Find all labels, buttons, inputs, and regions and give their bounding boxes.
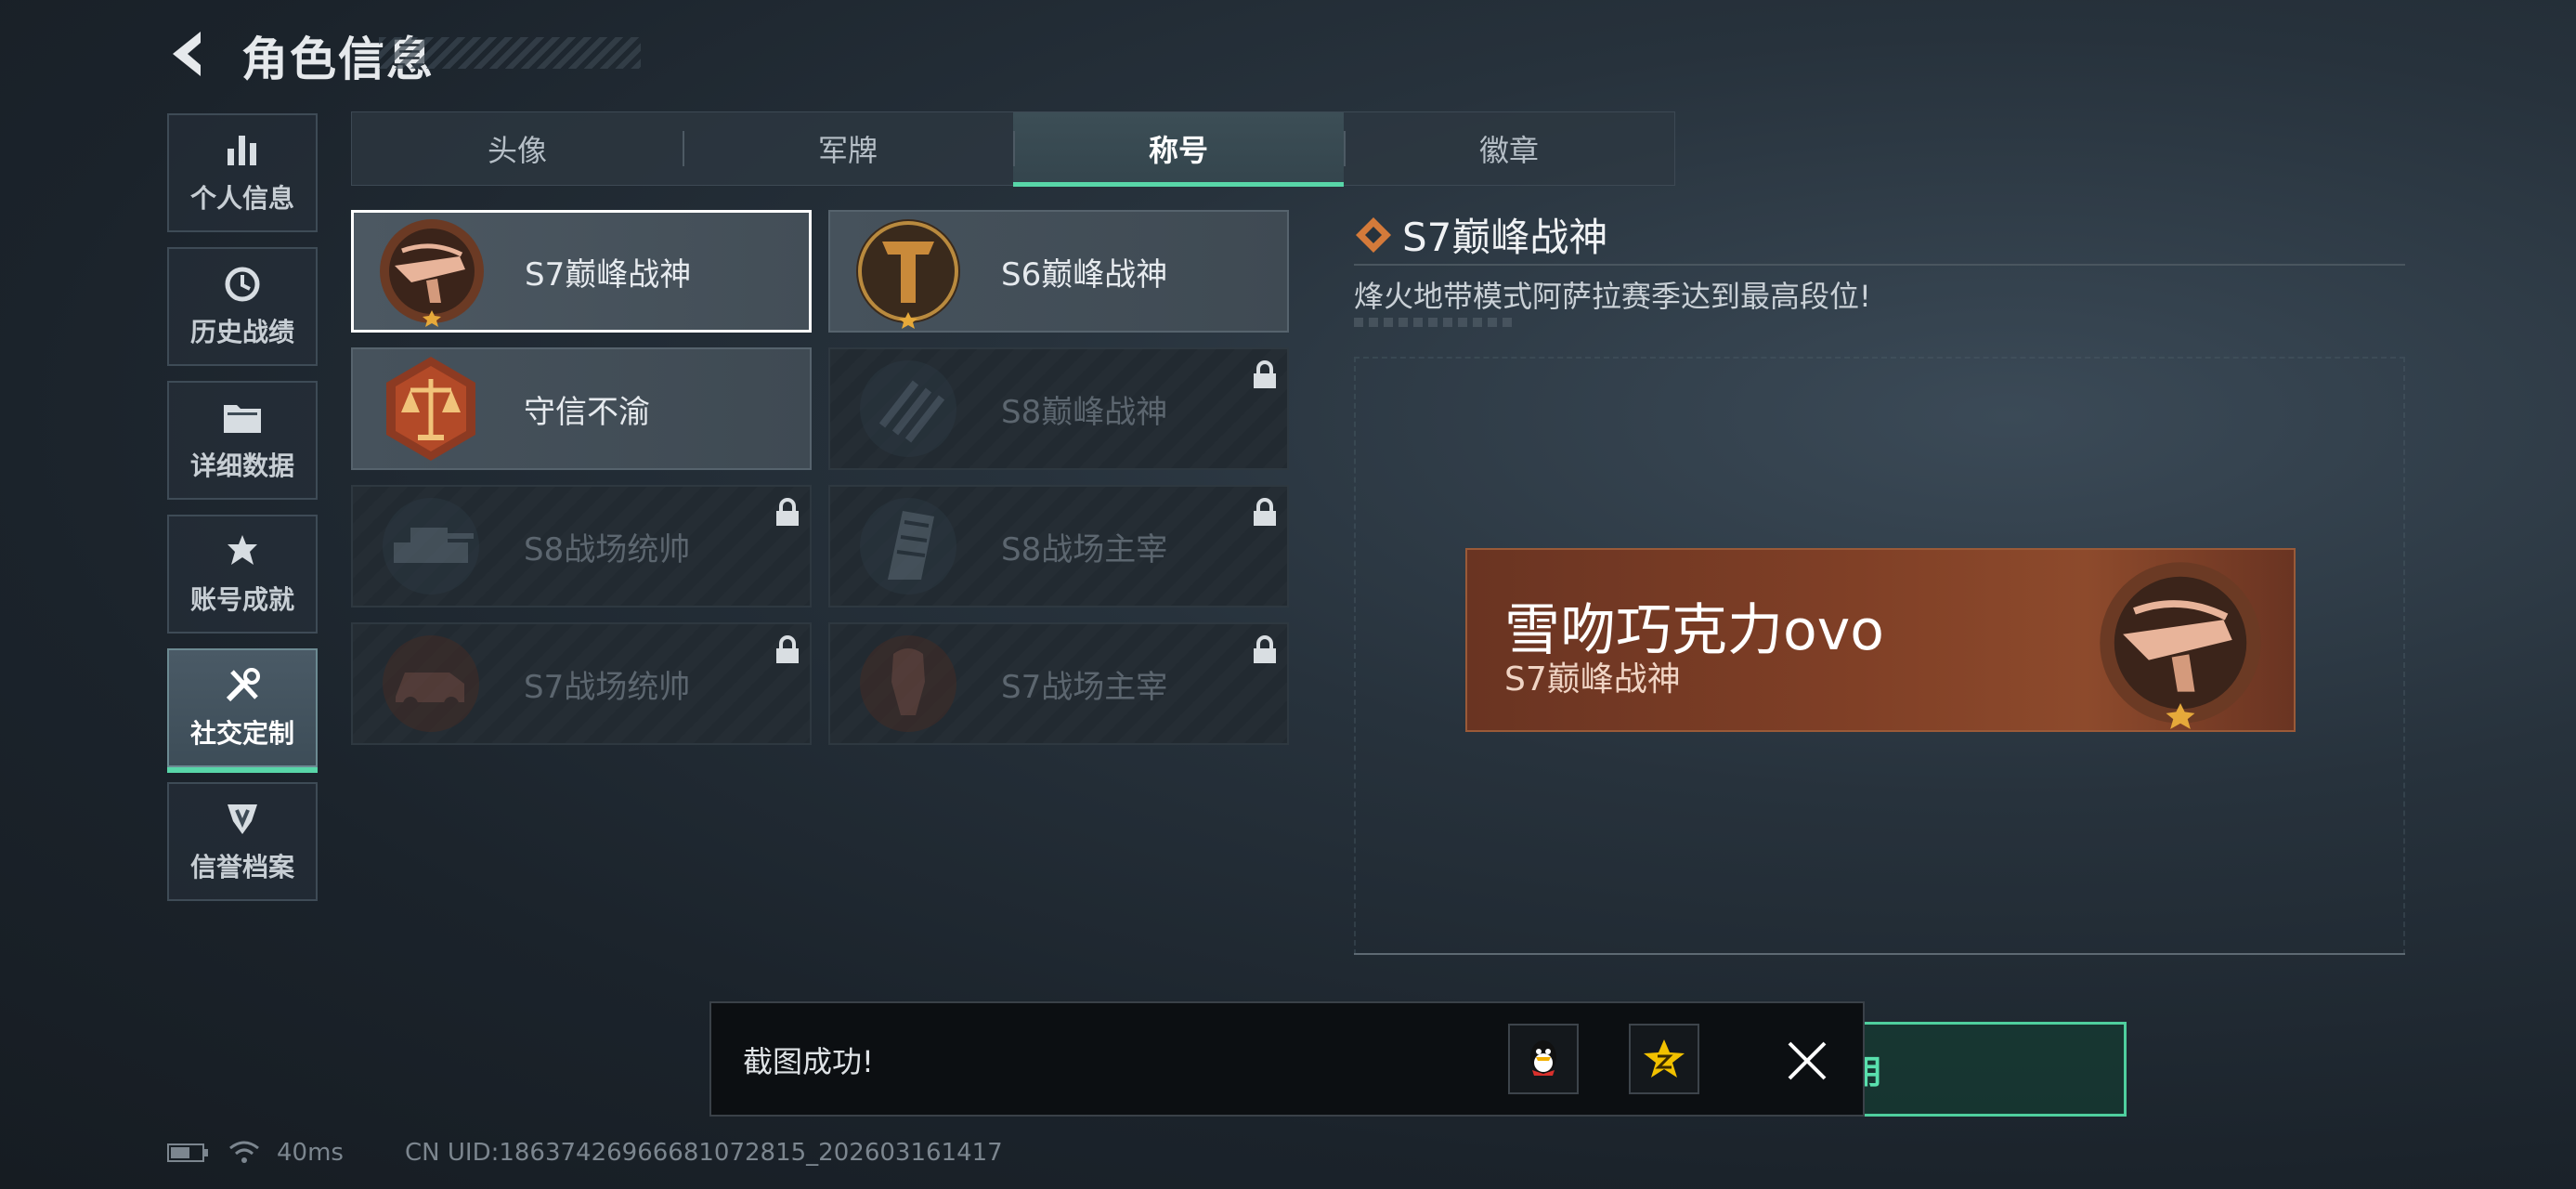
- soldier-emblem-icon: [860, 635, 956, 732]
- tower-emblem-icon: [860, 498, 956, 594]
- title-card-name: S6巅峰战神: [1001, 255, 1168, 294]
- tank-emblem-icon: [383, 498, 479, 594]
- user-uid: CN UID:1863742696668107281​5_20260316141…: [405, 1139, 1003, 1167]
- folder-icon: [222, 398, 263, 438]
- title-card-name: S7战场主宰: [1001, 668, 1168, 706]
- lock-icon: [1254, 498, 1276, 526]
- share-qq-button[interactable]: [1508, 1024, 1579, 1094]
- title-card-s6-peak[interactable]: S6巅峰战神: [828, 210, 1289, 333]
- tab-title[interactable]: 称号: [1013, 112, 1344, 187]
- lock-icon: [1254, 635, 1276, 663]
- title-card-name: S8战场主宰: [1001, 530, 1168, 568]
- qq-penguin-icon: [1530, 1040, 1556, 1076]
- title-card-name: S8巅峰战神: [1001, 393, 1168, 431]
- t-shield-emblem-icon: [856, 219, 960, 329]
- nav-item-detailed-data[interactable]: 详细数据: [167, 381, 318, 500]
- title-decoration: [379, 37, 641, 69]
- toast-message: 截图成功!: [743, 1044, 874, 1079]
- title-card-s8-peak[interactable]: S8巅峰战神: [828, 347, 1289, 470]
- clock-history-icon: [222, 264, 263, 305]
- nav-label: 社交定制: [189, 718, 294, 749]
- title-card-s8-dominator[interactable]: S8战场主宰: [828, 485, 1289, 608]
- share-qzone-button[interactable]: [1629, 1024, 1699, 1094]
- title-card-name: S8战场统帅: [524, 530, 691, 568]
- scales-emblem-icon: [386, 357, 475, 461]
- divider: [1354, 264, 2405, 266]
- nav-label: 历史战绩: [189, 317, 294, 347]
- lock-icon: [776, 498, 799, 526]
- nav-item-social-custom[interactable]: 社交定制: [167, 648, 318, 773]
- diamond-icon: [1356, 217, 1391, 253]
- tab-badge[interactable]: 徽章: [1344, 112, 1674, 185]
- title-card-s8-commander[interactable]: S8战场统帅: [351, 485, 812, 608]
- nav-label: 个人信息: [189, 183, 294, 214]
- shield-icon: [222, 799, 263, 840]
- battery-icon: [167, 1143, 208, 1162]
- lock-icon: [776, 635, 799, 663]
- title-card-name: 守信不渝: [524, 393, 650, 431]
- title-card-s7-peak[interactable]: S7巅峰战神: [351, 210, 812, 333]
- title-card-keep-faith[interactable]: 守信不渝: [351, 347, 812, 470]
- vehicle-emblem-icon: [383, 635, 479, 732]
- decor-dots: [1354, 318, 1517, 327]
- crossbow-emblem-icon: [380, 219, 484, 327]
- nav-label: 账号成就: [189, 584, 294, 615]
- tab-dogtag[interactable]: 军牌: [683, 112, 1013, 185]
- tab-avatar[interactable]: 头像: [352, 112, 683, 185]
- category-tabs: 头像 军牌 称号 徽章: [351, 111, 1675, 187]
- tools-icon: [222, 665, 263, 706]
- ping-value: 40ms: [277, 1139, 344, 1167]
- close-toast-button[interactable]: [1774, 1033, 1841, 1089]
- divider: [1354, 953, 2405, 955]
- back-arrow-icon: [173, 32, 201, 76]
- preview-title: S7巅峰战神: [1504, 660, 1681, 699]
- qzone-star-icon: [1644, 1039, 1685, 1078]
- nav-item-reputation[interactable]: 信誉档案: [167, 782, 318, 901]
- lock-icon: [1254, 360, 1276, 388]
- title-card-name: S7战场统帅: [524, 668, 691, 706]
- nav-label: 信誉档案: [189, 852, 294, 882]
- nav-label: 详细数据: [189, 451, 294, 481]
- title-card-s7-dominator[interactable]: S7战场主宰: [828, 622, 1289, 745]
- nav-item-history[interactable]: 历史战绩: [167, 247, 318, 366]
- wifi-icon: [229, 1141, 259, 1163]
- detail-description: 烽火地带模式阿萨拉赛季达到最高段位!: [1354, 279, 1871, 314]
- achievement-icon: [222, 531, 263, 572]
- title-card-s7-commander[interactable]: S7战场统帅: [351, 622, 812, 745]
- bar-chart-icon: [222, 130, 263, 171]
- nav-item-personal-info[interactable]: 个人信息: [167, 113, 318, 232]
- crossbow-emblem-icon: [2100, 562, 2261, 729]
- decor-corner: [61, 17, 95, 50]
- nav-item-achievements[interactable]: 账号成就: [167, 515, 318, 634]
- back-button[interactable]: [163, 24, 223, 84]
- title-card-name: S7巅峰战神: [525, 255, 692, 294]
- close-icon: [1788, 1041, 1827, 1080]
- detail-title: S7巅峰战神: [1402, 215, 1608, 260]
- stripes-emblem-icon: [860, 360, 956, 457]
